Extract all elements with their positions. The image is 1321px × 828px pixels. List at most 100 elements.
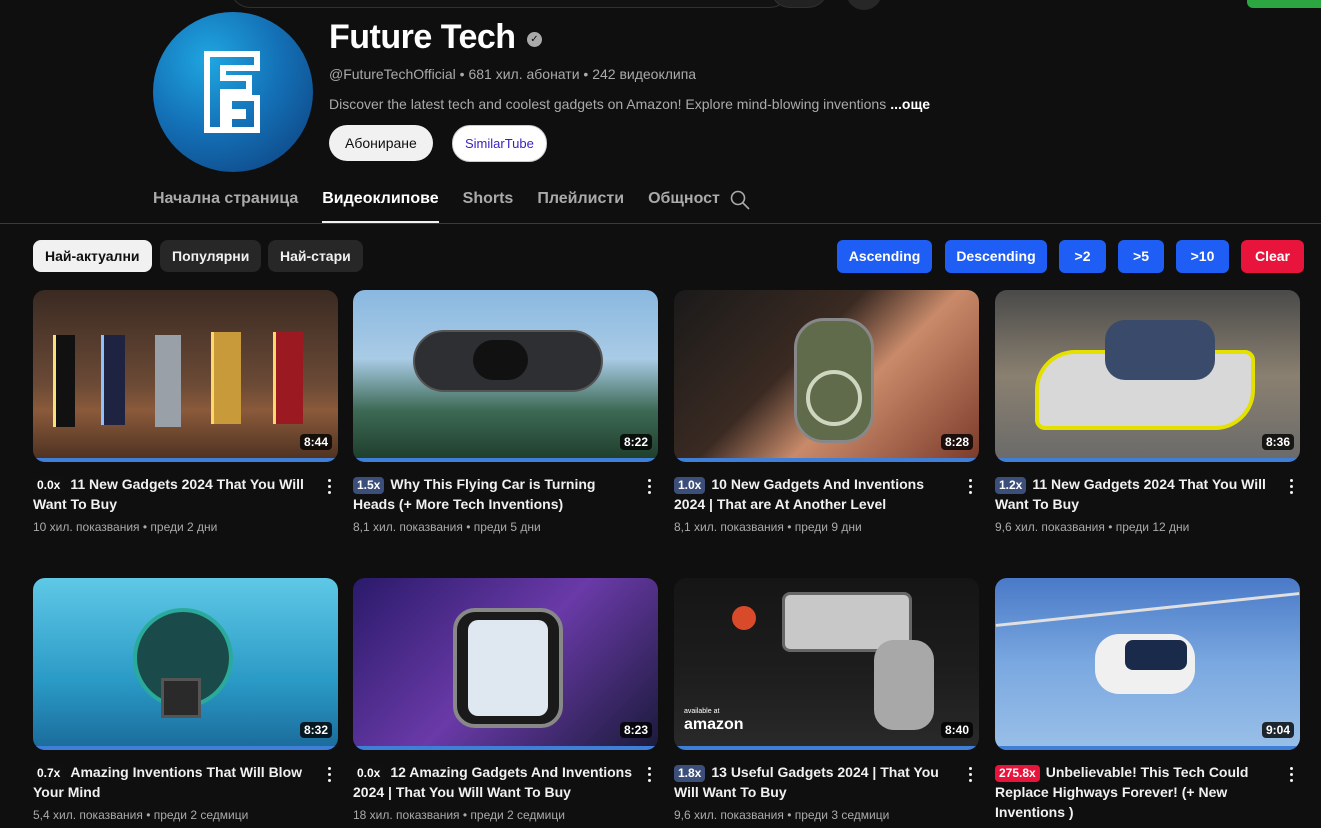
more-options-icon[interactable] xyxy=(1284,764,1298,784)
video-card[interactable]: 8:28 1.0x 10 New Gadgets And Inventions 2… xyxy=(674,290,979,534)
search-button[interactable] xyxy=(770,0,828,8)
search-icon[interactable] xyxy=(730,190,750,210)
channel-avatar[interactable] xyxy=(153,12,313,172)
progress-bar xyxy=(995,746,1300,750)
duration-badge: 8:44 xyxy=(299,434,332,450)
video-card[interactable]: 8:22 1.5x Why This Flying Car is Turning … xyxy=(353,290,658,534)
video-title[interactable]: 0.0x 12 Amazing Gadgets And Inventions 20… xyxy=(353,762,633,802)
video-meta: 18 хил. показвания • преди 2 седмици xyxy=(353,808,565,822)
tab-community[interactable]: Общност xyxy=(648,178,720,223)
channel-meta: @FutureTechOfficial • 681 хил. абонати •… xyxy=(329,66,697,82)
more-options-icon[interactable] xyxy=(963,764,977,784)
channel-logo-icon xyxy=(204,51,260,133)
speed-badge: 1.8x xyxy=(674,765,706,782)
video-card[interactable]: 8:23 0.0x 12 Amazing Gadgets And Inventio… xyxy=(353,578,658,822)
duration-badge: 9:04 xyxy=(1261,722,1294,738)
video-title[interactable]: 1.2x 11 New Gadgets 2024 That You Will Wa… xyxy=(995,474,1275,514)
progress-bar xyxy=(33,746,338,750)
more-options-icon[interactable] xyxy=(642,476,656,496)
tab-shorts[interactable]: Shorts xyxy=(463,178,514,223)
speed-badge: 1.2x xyxy=(995,477,1027,494)
tab-videos[interactable]: Видеоклипове xyxy=(322,178,439,223)
video-title[interactable]: 1.0x 10 New Gadgets And Inventions 2024 |… xyxy=(674,474,954,514)
video-meta: 9,6 хил. показвания • преди 3 седмици xyxy=(674,808,890,822)
video-thumbnail[interactable]: 8:22 xyxy=(353,290,658,462)
progress-bar xyxy=(33,458,338,462)
video-card[interactable]: 8:32 0.7x Amazing Inventions That Will Bl… xyxy=(33,578,338,822)
chip-oldest[interactable]: Най-стари xyxy=(268,240,363,272)
video-title[interactable]: 0.0x 11 New Gadgets 2024 That You Will Wa… xyxy=(33,474,313,514)
video-thumbnail[interactable]: 8:28 xyxy=(674,290,979,462)
channel-description[interactable]: Discover the latest tech and coolest gad… xyxy=(329,96,930,112)
duration-badge: 8:22 xyxy=(619,434,652,450)
video-meta: 8,1 хил. показвания • преди 5 дни xyxy=(353,520,541,534)
progress-bar xyxy=(353,746,658,750)
extension-button[interactable] xyxy=(1247,0,1321,8)
video-card[interactable]: 9:04 275.8x Unbelievable! This Tech Could… xyxy=(995,578,1300,828)
more-options-icon[interactable] xyxy=(1284,476,1298,496)
video-meta: 8,1 хил. показвания • преди 9 дни xyxy=(674,520,862,534)
video-title-text: 13 Useful Gadgets 2024 | That You Will W… xyxy=(674,764,939,800)
video-thumbnail[interactable]: 9:04 xyxy=(995,578,1300,750)
video-thumbnail[interactable]: 8:32 xyxy=(33,578,338,750)
more-options-icon[interactable] xyxy=(322,476,336,496)
speed-badge: 1.5x xyxy=(353,477,385,494)
tab-playlists[interactable]: Плейлисти xyxy=(537,178,624,223)
video-meta: 9,6 хил. показвания • преди 12 дни xyxy=(995,520,1190,534)
speed-badge: 0.0x xyxy=(353,765,385,782)
video-title-text: 11 New Gadgets 2024 That You Will Want T… xyxy=(995,476,1266,512)
voice-search-button[interactable] xyxy=(846,0,882,10)
more-options-icon[interactable] xyxy=(963,476,977,496)
video-title[interactable]: 1.8x 13 Useful Gadgets 2024 | That You Wi… xyxy=(674,762,954,802)
progress-bar xyxy=(674,458,979,462)
descending-button[interactable]: Descending xyxy=(945,240,1047,273)
progress-bar xyxy=(674,746,979,750)
amazon-caption: available at xyxy=(684,708,720,715)
video-title[interactable]: 1.5x Why This Flying Car is Turning Heads… xyxy=(353,474,633,514)
speed-badge: 0.7x xyxy=(33,765,65,782)
duration-badge: 8:36 xyxy=(1261,434,1294,450)
progress-bar xyxy=(353,458,658,462)
filter-gt5-button[interactable]: >5 xyxy=(1118,240,1164,273)
subscribe-button[interactable]: Абониране xyxy=(329,125,433,161)
video-title-text: Why This Flying Car is Turning Heads (+ … xyxy=(353,476,596,512)
more-link[interactable]: ...още xyxy=(890,96,930,112)
amazon-logo-text: amazon xyxy=(684,716,744,733)
description-text: Discover the latest tech and coolest gad… xyxy=(329,96,887,112)
video-title-text: 10 New Gadgets And Inventions 2024 | Tha… xyxy=(674,476,924,512)
video-title-text: Amazing Inventions That Will Blow Your M… xyxy=(33,764,303,800)
video-title-text: 12 Amazing Gadgets And Inventions 2024 |… xyxy=(353,764,633,800)
search-bar[interactable] xyxy=(230,0,790,8)
verified-check-icon: ✓ xyxy=(527,32,542,47)
channel-tabs: Начална страница Видеоклипове Shorts Пле… xyxy=(153,178,744,223)
speed-badge: 275.8x xyxy=(995,765,1040,782)
video-thumbnail[interactable]: 8:23 xyxy=(353,578,658,750)
tab-home[interactable]: Начална страница xyxy=(153,178,298,223)
duration-badge: 8:40 xyxy=(940,722,973,738)
chip-popular[interactable]: Популярни xyxy=(160,240,262,272)
chip-latest[interactable]: Най-актуални xyxy=(33,240,152,272)
progress-bar xyxy=(995,458,1300,462)
more-options-icon[interactable] xyxy=(322,764,336,784)
video-title[interactable]: 0.7x Amazing Inventions That Will Blow Yo… xyxy=(33,762,313,802)
duration-badge: 8:23 xyxy=(619,722,652,738)
channel-name: Future Tech xyxy=(329,18,516,56)
video-meta: 5,4 хил. показвания • преди 2 седмици xyxy=(33,808,249,822)
video-title[interactable]: 275.8x Unbelievable! This Tech Could Repl… xyxy=(995,762,1275,822)
video-title-text: 11 New Gadgets 2024 That You Will Want T… xyxy=(33,476,304,512)
video-card[interactable]: 8:44 0.0x 11 New Gadgets 2024 That You Wi… xyxy=(33,290,338,534)
video-card[interactable]: 8:36 1.2x 11 New Gadgets 2024 That You Wi… xyxy=(995,290,1300,534)
filter-gt2-button[interactable]: >2 xyxy=(1059,240,1106,273)
tabs-divider xyxy=(0,223,1321,224)
video-thumbnail[interactable]: 8:36 xyxy=(995,290,1300,462)
speed-badge: 1.0x xyxy=(674,477,706,494)
similartube-button[interactable]: SimilarTube xyxy=(452,125,547,162)
clear-button[interactable]: Clear xyxy=(1241,240,1304,273)
video-thumbnail[interactable]: available at amazon 8:40 xyxy=(674,578,979,750)
more-options-icon[interactable] xyxy=(642,764,656,784)
video-thumbnail[interactable]: 8:44 xyxy=(33,290,338,462)
video-card[interactable]: available at amazon 8:40 1.8x 13 Useful G… xyxy=(674,578,979,822)
video-meta: 10 хил. показвания • преди 2 дни xyxy=(33,520,218,534)
ascending-button[interactable]: Ascending xyxy=(837,240,932,273)
filter-gt10-button[interactable]: >10 xyxy=(1176,240,1229,273)
